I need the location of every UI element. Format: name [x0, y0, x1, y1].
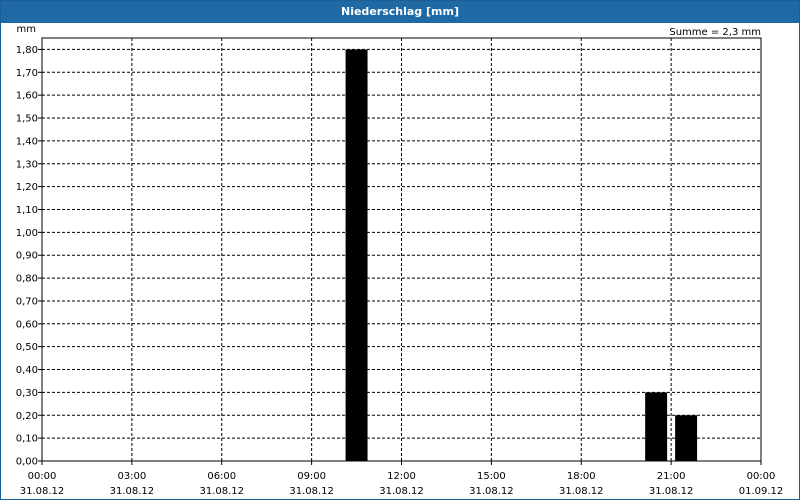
precipitation-chart: 0,00 0,10 0,20 0,30 0,40 0,50 0,60 0,70 0,80 0,90… — [16, 24, 784, 497]
y-tick-label: 1,30 — [16, 159, 38, 170]
y-tick-label: 0,90 — [16, 251, 38, 262]
y-tick-label: 1,60 — [16, 91, 38, 102]
y-tick-label: 1,00 — [16, 228, 38, 239]
x-tick-date: 31.08.12 — [559, 486, 604, 497]
sum-annotation: Summe = 2,3 mm — [669, 27, 761, 38]
x-tick-date: 31.08.12 — [289, 486, 334, 497]
y-tick-label: 0,30 — [16, 388, 38, 399]
bar — [675, 415, 698, 461]
x-tick-time: 06:00 — [207, 471, 236, 482]
y-tick-label: 0,80 — [16, 274, 38, 285]
x-tick-time: 21:00 — [657, 471, 686, 482]
x-tick-time: 03:00 — [117, 471, 146, 482]
x-tick-time: 00:00 — [747, 471, 776, 482]
y-tick-label: 0,50 — [16, 342, 38, 353]
x-tick-date: 31.08.12 — [379, 486, 424, 497]
bar — [345, 49, 368, 461]
y-tick-label: 0,20 — [16, 411, 38, 422]
y-tick-label: 0,60 — [16, 319, 38, 330]
y-tick-label: 1,10 — [16, 205, 38, 216]
x-tick-date: 31.08.12 — [110, 486, 155, 497]
x-tick-time: 12:00 — [387, 471, 416, 482]
x-tick-time: 15:00 — [477, 471, 506, 482]
y-tick-label: 0,00 — [16, 457, 38, 468]
bar — [645, 392, 668, 461]
y-tick-label: 1,70 — [16, 68, 38, 79]
y-tick-label: 1,50 — [16, 114, 38, 125]
y-tick-label: 1,20 — [16, 182, 38, 193]
x-tick-time: 09:00 — [297, 471, 326, 482]
x-tick-date: 31.08.12 — [469, 486, 514, 497]
x-tick-date: 31.08.12 — [199, 486, 244, 497]
x-tick-date: 31.08.12 — [649, 486, 694, 497]
y-tick-label: 0,40 — [16, 365, 38, 376]
y-tick-label: 1,80 — [16, 45, 38, 56]
y-tick-label: 0,70 — [16, 296, 38, 307]
y-tick-label: 0,10 — [16, 434, 38, 445]
x-tick-time: 00:00 — [28, 471, 57, 482]
x-tick-date: 01.09.12 — [739, 486, 784, 497]
y-axis-label: mm — [17, 24, 36, 35]
x-tick-date: 31.08.12 — [20, 486, 65, 497]
y-tick-label: 1,40 — [16, 136, 38, 147]
x-tick-time: 18:00 — [567, 471, 596, 482]
